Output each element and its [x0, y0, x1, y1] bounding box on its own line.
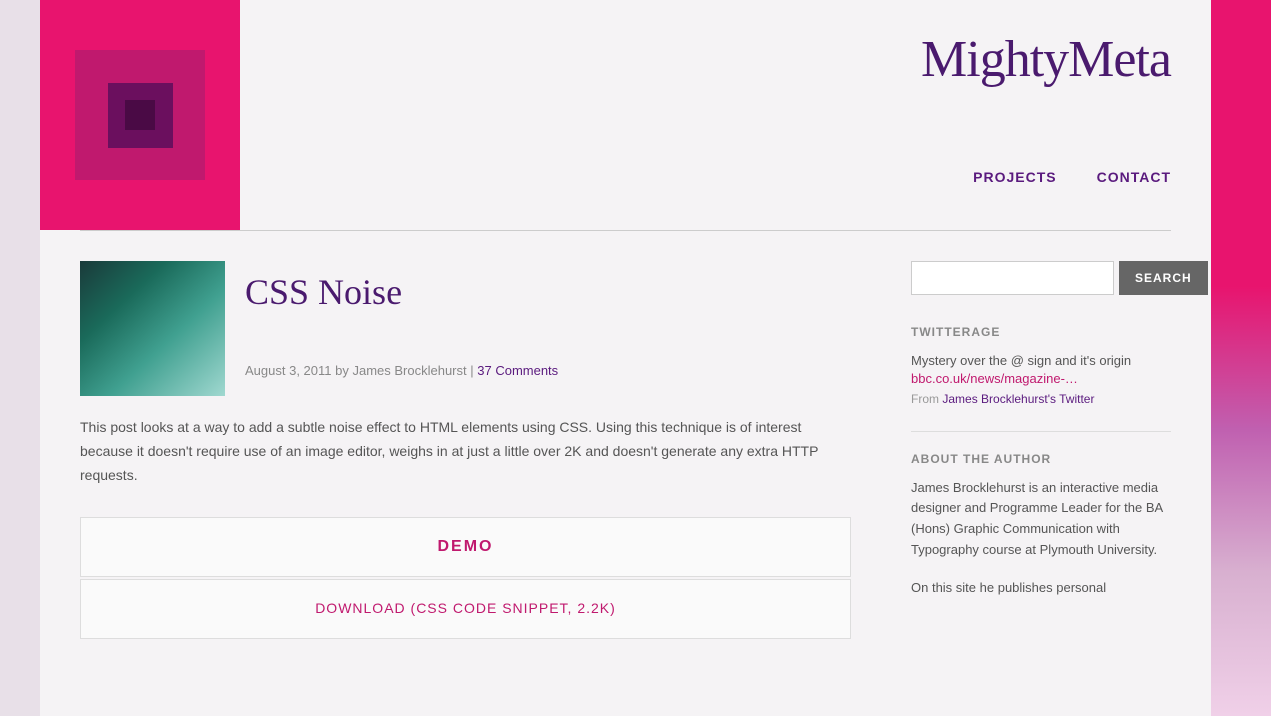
post-title-area: CSS Noise August 3, 2011 by James Brockl… — [245, 261, 851, 378]
post-meta: August 3, 2011 by James Brocklehurst | 3… — [245, 363, 851, 378]
site-title: MightyMeta — [921, 30, 1171, 89]
download-box: DOWNLOAD (CSS CODE SNIPPET, 2.2K) — [80, 579, 851, 639]
download-link[interactable]: DOWNLOAD (CSS CODE SNIPPET, 2.2K) — [315, 600, 616, 616]
logo-m-outer — [75, 50, 205, 180]
logo-block — [40, 0, 240, 230]
main-content: CSS Noise August 3, 2011 by James Brockl… — [80, 261, 851, 639]
about-text-1: James Brocklehurst is an interactive med… — [911, 478, 1171, 561]
header: MightyMeta PROJECTS CONTACT — [40, 0, 1211, 230]
nav-contact[interactable]: CONTACT — [1097, 169, 1171, 185]
post-thumbnail — [80, 261, 225, 396]
demo-link[interactable]: DEMO — [438, 538, 494, 555]
about-text-2: On this site he publishes personal — [911, 578, 1171, 599]
sidebar-divider — [911, 431, 1171, 432]
demo-box: DEMO — [80, 517, 851, 577]
about-heading: ABOUT THE AUTHOR — [911, 452, 1171, 466]
page-wrapper: MightyMeta PROJECTS CONTACT CSS Noise Au… — [0, 0, 1271, 716]
post-excerpt: This post looks at a way to add a subtle… — [80, 416, 851, 487]
twitter-source-prefix: From — [911, 392, 939, 406]
post-meta-by: by — [335, 363, 352, 378]
site-title-area: MightyMeta PROJECTS CONTACT — [240, 0, 1211, 185]
twitterage-heading: TWITTERAGE — [911, 325, 1171, 339]
search-box: SEARCH — [911, 261, 1171, 295]
about-section: ABOUT THE AUTHOR James Brocklehurst is a… — [911, 452, 1171, 599]
post-comments-link[interactable]: 37 Comments — [477, 363, 558, 378]
right-accent-bar — [1211, 0, 1271, 716]
post-author-link[interactable]: James Brocklehurst — [352, 363, 466, 378]
sidebar: SEARCH TWITTERAGE Mystery over the @ sig… — [911, 261, 1171, 639]
twitter-text: Mystery over the @ sign and it's origin — [911, 351, 1171, 371]
search-button[interactable]: SEARCH — [1119, 261, 1208, 295]
main-container: MightyMeta PROJECTS CONTACT CSS Noise Au… — [40, 0, 1211, 716]
nav-projects[interactable]: PROJECTS — [973, 169, 1056, 185]
content-area: CSS Noise August 3, 2011 by James Brockl… — [40, 231, 1211, 669]
twitter-source-link[interactable]: James Brocklehurst's Twitter — [942, 392, 1094, 406]
twitter-source: From James Brocklehurst's Twitter — [911, 392, 1171, 406]
post-title: CSS Noise — [245, 271, 851, 313]
twitterage-section: TWITTERAGE Mystery over the @ sign and i… — [911, 325, 1171, 406]
twitter-item: Mystery over the @ sign and it's origin … — [911, 351, 1171, 406]
logo-m-small — [125, 100, 155, 130]
search-input[interactable] — [911, 261, 1114, 295]
logo-m-inner — [108, 83, 173, 148]
twitter-link[interactable]: bbc.co.uk/news/magazine-… — [911, 371, 1078, 386]
post-date: August 3, 2011 — [245, 363, 332, 378]
post-header: CSS Noise August 3, 2011 by James Brockl… — [80, 261, 851, 396]
nav-bar: PROJECTS CONTACT — [973, 169, 1171, 185]
